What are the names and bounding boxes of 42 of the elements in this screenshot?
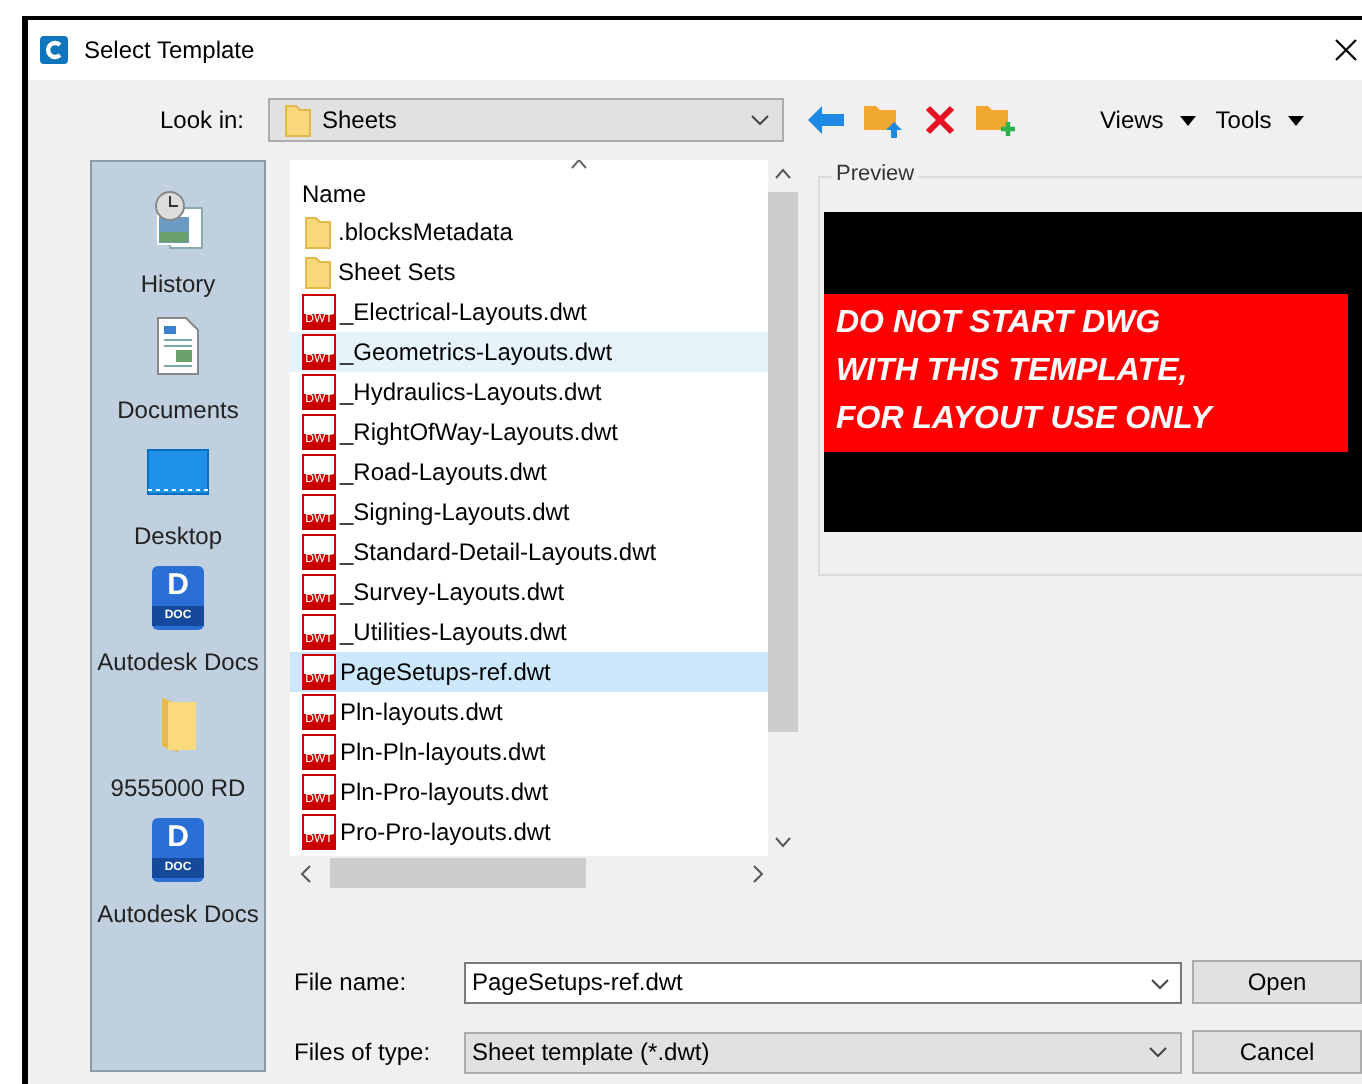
folder-icon [302,214,334,250]
place-label[interactable]: Autodesk Docs [97,900,259,928]
file-type-label: Files of type: [294,1038,433,1066]
preview-label: Preview [832,162,919,186]
place-label[interactable]: Autodesk Docs [97,648,259,676]
file-row[interactable]: .blocksMetadata [290,212,768,252]
warning-text: DO NOT START DWG [836,304,1163,344]
place-label[interactable]: History [140,270,216,298]
chevron-down-icon [1150,977,1170,989]
scroll-right-icon[interactable] [750,863,766,883]
cancel-button[interactable]: Cancel [1192,1030,1362,1074]
look-in-label: Look in: [157,106,246,134]
file-name-field[interactable]: PageSetups-ref.dwt [464,961,1182,1003]
file-row[interactable]: Sheet Sets [290,252,768,292]
desktop-icon [146,448,210,496]
document-icon [154,316,202,376]
folder-icon [282,102,314,138]
close-icon [1334,38,1358,62]
back-arrow-icon[interactable] [808,106,844,134]
folder-up-icon[interactable] [864,102,904,138]
new-folder-icon[interactable] [976,102,1016,138]
warning-text: WITH THIS TEMPLATE, [836,352,1190,392]
scroll-left-icon[interactable] [298,863,314,883]
open-button[interactable]: Open [1192,960,1362,1004]
folder-icon [302,254,334,290]
tools-menu[interactable]: Tools [1215,106,1304,134]
app-logo-icon [40,36,68,64]
file-type-dropdown[interactable]: Sheet template (*.dwt) [464,1031,1182,1073]
place-label[interactable]: Desktop [133,522,223,550]
name-column-header[interactable]: Name [302,180,367,208]
folder-icon [156,694,200,754]
place-label[interactable]: Documents [117,396,239,424]
delete-icon[interactable] [924,104,956,136]
place-label[interactable]: 9555000 RD [110,774,246,802]
warning-text: FOR LAYOUT USE ONLY [836,400,1216,440]
chevron-down-icon [750,114,770,126]
window-title: Select Template [84,36,257,64]
file-name-label: File name: [294,968,409,996]
chevron-down-icon [1148,1046,1168,1058]
sort-caret-icon [570,160,588,170]
views-menu[interactable]: Views [1100,106,1196,134]
look-in-dropdown[interactable]: Sheets [268,98,784,142]
